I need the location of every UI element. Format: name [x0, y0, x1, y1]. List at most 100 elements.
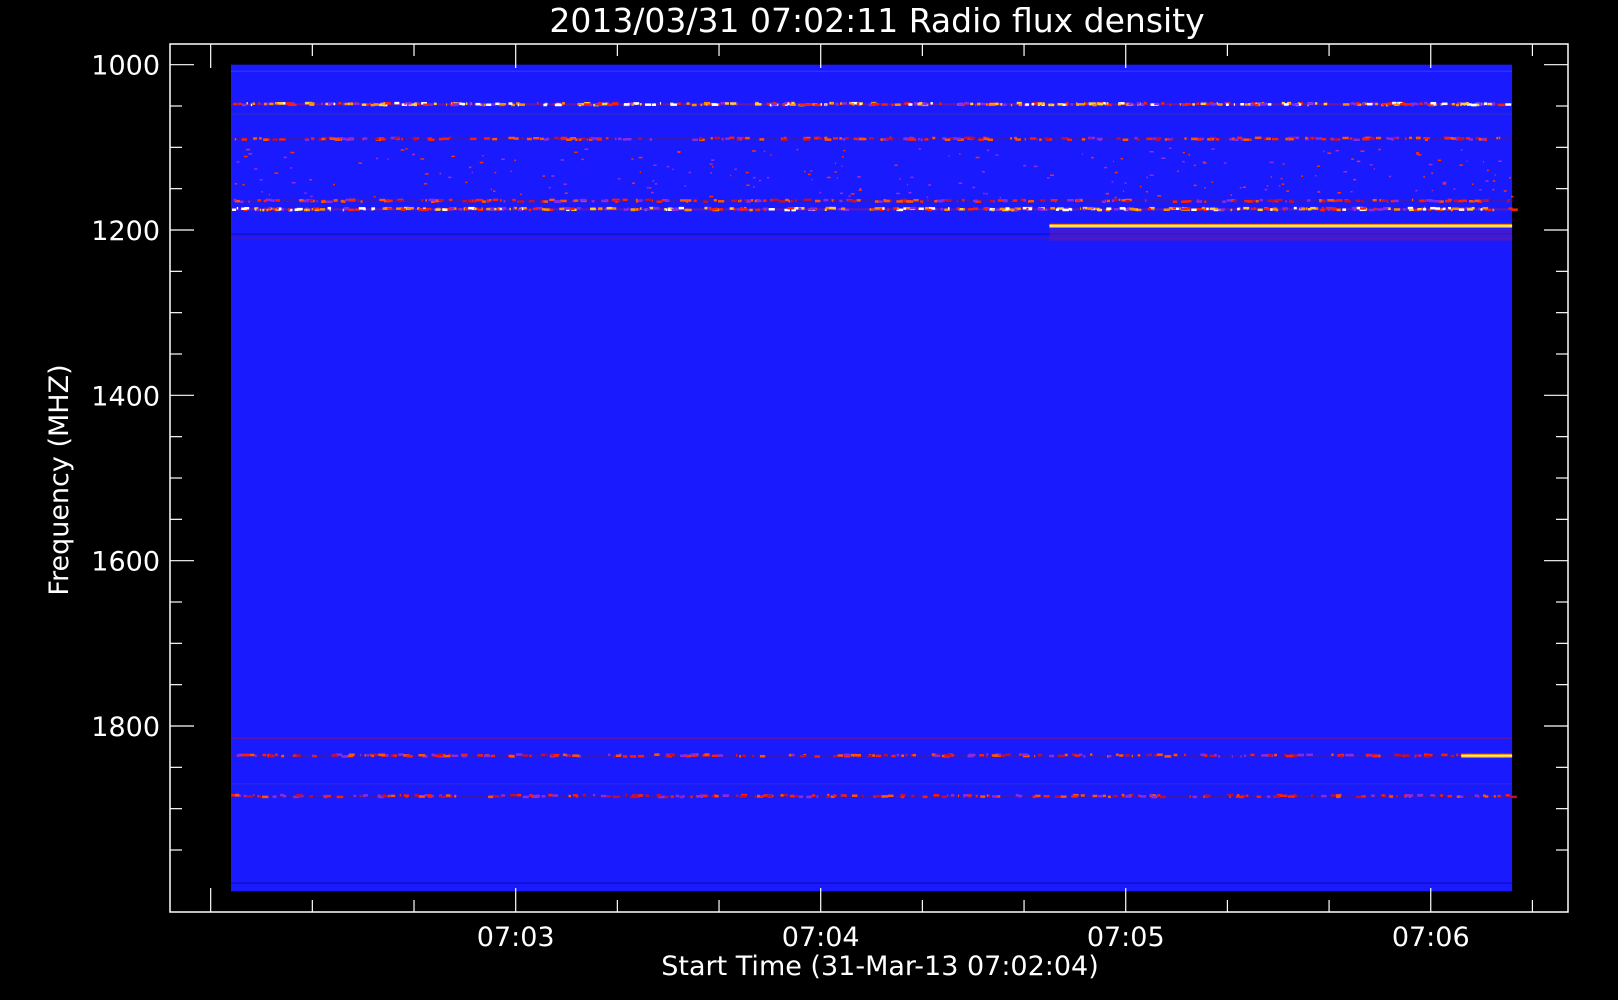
- band-speck: [911, 753, 913, 757]
- band-speck: [791, 795, 795, 798]
- speck: [1182, 151, 1185, 154]
- band-speck: [1393, 103, 1400, 107]
- band-speck: [1120, 207, 1126, 210]
- band-speck: [630, 208, 636, 212]
- band-speck: [263, 199, 267, 203]
- band-speck: [1132, 103, 1135, 107]
- band-speck: [1038, 753, 1042, 757]
- band-speck: [1467, 208, 1474, 211]
- speck: [1203, 162, 1207, 164]
- band-speck: [1330, 794, 1337, 797]
- speck: [859, 187, 862, 190]
- speck: [1510, 195, 1514, 198]
- band-speck: [958, 102, 963, 105]
- band-speck: [731, 199, 738, 203]
- band-shadow: [1049, 228, 1513, 241]
- band-speck: [856, 199, 861, 202]
- band-speck: [973, 199, 978, 203]
- band-speck: [345, 198, 349, 202]
- band-speck: [1375, 136, 1382, 140]
- heatmap-background: [231, 64, 1513, 892]
- band-speck: [583, 103, 591, 106]
- band-speck: [442, 137, 450, 141]
- band-speck: [1417, 207, 1422, 211]
- speck: [1350, 190, 1353, 193]
- band-speck: [490, 754, 496, 758]
- band-speck: [1288, 795, 1296, 798]
- band-speck: [533, 207, 539, 211]
- band-speck: [903, 137, 910, 141]
- band-speck: [1097, 102, 1103, 106]
- band-speck: [1430, 206, 1436, 210]
- band-speck: [1226, 199, 1232, 202]
- band-speck: [1305, 207, 1308, 211]
- band-speck: [1159, 795, 1166, 799]
- band-speck: [554, 199, 560, 203]
- band-speck: [546, 137, 550, 141]
- band-speck: [1430, 101, 1437, 105]
- band-speck: [1276, 198, 1283, 202]
- band-speck: [1055, 208, 1059, 211]
- band-speck: [742, 754, 747, 758]
- band-speck: [918, 207, 924, 210]
- speck: [899, 178, 901, 180]
- x-tick-label: 07:04: [782, 922, 860, 953]
- band-speck: [1391, 138, 1394, 141]
- band-speck: [548, 793, 553, 797]
- speck: [1120, 157, 1124, 160]
- band-speck: [590, 207, 596, 211]
- band-speck: [468, 206, 475, 210]
- band-speck: [325, 137, 327, 141]
- band-speck: [614, 137, 617, 141]
- band-speck: [1204, 200, 1207, 203]
- band-speck: [1029, 137, 1037, 140]
- band-speck: [747, 208, 749, 212]
- speck: [1492, 180, 1496, 182]
- band-speck: [577, 102, 583, 106]
- speck: [959, 153, 961, 155]
- band-speck: [386, 199, 389, 202]
- band-speck: [403, 794, 410, 797]
- band-speck: [1310, 206, 1316, 210]
- band-speck: [1247, 200, 1253, 203]
- band-speck: [1116, 137, 1121, 140]
- band-speck: [703, 200, 708, 203]
- band-speck: [378, 753, 386, 757]
- speck: [584, 148, 589, 151]
- speck: [479, 161, 484, 164]
- speck: [1161, 157, 1166, 160]
- band-speck: [1092, 794, 1098, 798]
- speck: [751, 150, 756, 152]
- band-speck: [1447, 208, 1449, 212]
- band-speck: [803, 198, 806, 202]
- band-speck: [312, 754, 317, 758]
- band-speck: [939, 102, 942, 106]
- band-speck: [638, 754, 645, 758]
- band-speck: [1254, 136, 1262, 140]
- y-tick-label: 1800: [91, 712, 160, 743]
- band-speck: [1148, 753, 1152, 756]
- band-speck: [1089, 102, 1094, 106]
- band-speck: [1098, 794, 1103, 798]
- speck: [758, 179, 762, 182]
- band-speck: [401, 137, 403, 141]
- band-speck: [862, 794, 864, 798]
- band-speck: [924, 138, 929, 141]
- speck: [926, 196, 928, 198]
- band-speck: [252, 102, 256, 105]
- band-speck: [1087, 207, 1093, 210]
- speck: [841, 156, 844, 158]
- band-speck: [246, 102, 248, 105]
- band-speck: [488, 795, 494, 799]
- speck: [1204, 187, 1206, 189]
- band-speck: [338, 101, 342, 105]
- band-speck: [462, 754, 467, 758]
- speck: [242, 184, 245, 186]
- band-speck: [1071, 795, 1078, 798]
- band-speck: [596, 103, 603, 106]
- band-speck: [708, 754, 710, 757]
- speck: [1282, 163, 1285, 165]
- speck: [1460, 149, 1463, 151]
- band-speck: [649, 138, 653, 141]
- speck: [632, 182, 636, 185]
